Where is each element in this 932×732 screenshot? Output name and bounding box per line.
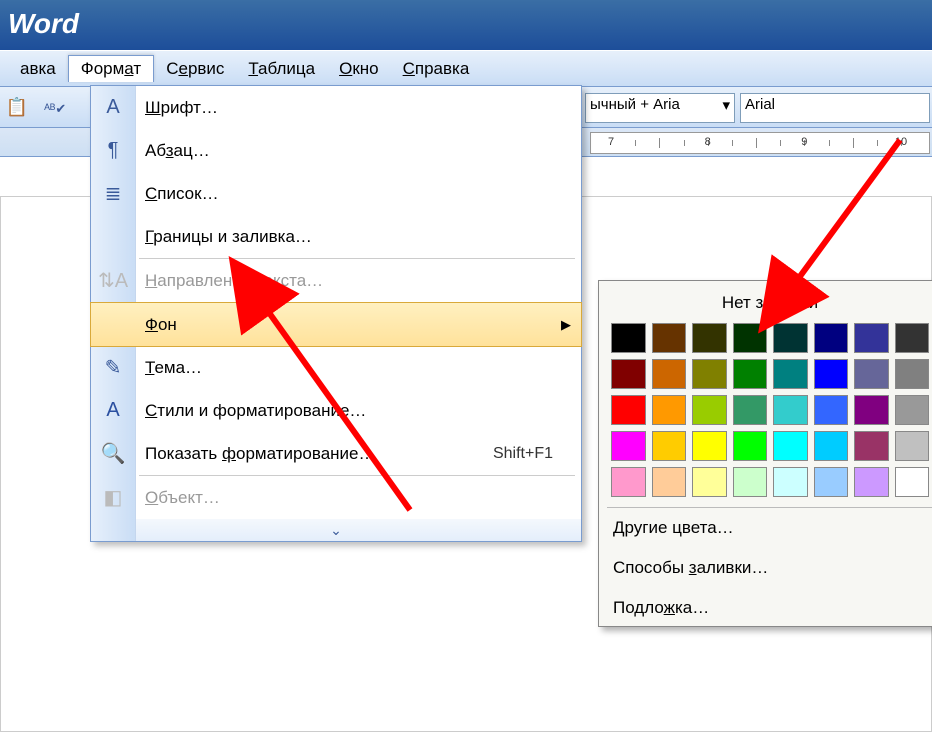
menu-item-0[interactable]: AШрифт… [91, 86, 581, 129]
color-swatch[interactable] [814, 431, 849, 461]
menu-shortcut: Shift+F1 [493, 445, 581, 463]
color-swatch[interactable] [814, 467, 849, 497]
menu-item-1[interactable]: ¶Абзац… [91, 129, 581, 172]
color-swatch[interactable] [733, 323, 768, 353]
color-swatch[interactable] [854, 431, 889, 461]
menu-window[interactable]: Окно [327, 56, 391, 82]
color-swatch[interactable] [814, 395, 849, 425]
menu-label: Стили и форматирование… [135, 401, 581, 421]
color-swatch[interactable] [692, 323, 727, 353]
color-swatch[interactable] [652, 323, 687, 353]
color-swatch[interactable] [814, 323, 849, 353]
menu-item-10[interactable]: 🔍Показать форматирование…Shift+F1 [91, 432, 581, 475]
font-combo[interactable]: Arial [740, 93, 930, 123]
color-swatch[interactable] [773, 395, 808, 425]
menu-icon: A [91, 399, 135, 422]
menu-format[interactable]: Формат [68, 55, 154, 82]
menu-item-7[interactable]: Фон▶ [90, 302, 582, 347]
menu-label: Фон [135, 315, 581, 335]
color-swatch[interactable] [692, 467, 727, 497]
menu-insert-partial[interactable]: авка [8, 56, 68, 82]
color-swatch[interactable] [692, 359, 727, 389]
dropdown-arrow-icon[interactable]: ▾ [722, 96, 730, 114]
color-swatch[interactable] [854, 359, 889, 389]
menu-label: Абзац… [135, 141, 581, 161]
format-dropdown: AШрифт…¶Абзац…≣Список…Границы и заливка…… [90, 85, 582, 542]
menu-item-9[interactable]: AСтили и форматирование… [91, 389, 581, 432]
color-swatch[interactable] [652, 395, 687, 425]
horizontal-ruler[interactable]: 78910 [590, 132, 930, 154]
background-submenu: Нет заливки Другие цвета… Способы заливк… [598, 280, 932, 627]
menu-icon: ⇅A [91, 268, 135, 293]
menu-label: Тема… [135, 358, 581, 378]
no-fill-button[interactable]: Нет заливки [605, 287, 932, 323]
menu-label: Показать форматирование… [135, 444, 493, 464]
color-swatch[interactable] [611, 431, 646, 461]
menu-icon: 🔍 [91, 441, 135, 466]
color-swatch[interactable] [611, 323, 646, 353]
more-colors-button[interactable]: Другие цвета… [605, 508, 932, 548]
menu-item-12: ◧Объект… [91, 476, 581, 519]
color-swatch[interactable] [854, 395, 889, 425]
clipboard-icon[interactable]: 📋 [2, 92, 32, 122]
color-swatch[interactable] [895, 431, 930, 461]
menu-table[interactable]: Таблица [236, 56, 327, 82]
color-swatch[interactable] [652, 359, 687, 389]
menu-icon: A [91, 96, 135, 119]
color-swatch[interactable] [895, 467, 930, 497]
color-swatch[interactable] [733, 467, 768, 497]
menu-label: Направление текста… [135, 271, 581, 291]
menu-service[interactable]: Сервис [154, 56, 236, 82]
color-swatch[interactable] [733, 431, 768, 461]
color-swatch[interactable] [854, 323, 889, 353]
style-combo[interactable]: ычный + Aria▾ [585, 93, 735, 123]
app-title: Word [8, 8, 79, 39]
color-swatch[interactable] [895, 323, 930, 353]
color-swatch[interactable] [854, 467, 889, 497]
menu-help[interactable]: Справка [391, 56, 482, 82]
color-swatch[interactable] [773, 467, 808, 497]
menu-icon: ✎ [91, 355, 135, 380]
color-swatch[interactable] [895, 395, 930, 425]
color-swatch[interactable] [773, 431, 808, 461]
menu-icon: ≣ [91, 181, 135, 206]
color-swatch[interactable] [692, 431, 727, 461]
color-swatch[interactable] [692, 395, 727, 425]
color-swatch[interactable] [611, 395, 646, 425]
color-swatch[interactable] [895, 359, 930, 389]
titlebar: Word [0, 0, 932, 50]
menu-item-8[interactable]: ✎Тема… [91, 346, 581, 389]
color-swatch[interactable] [652, 467, 687, 497]
menu-label: Шрифт… [135, 98, 581, 118]
menu-icon: ¶ [91, 139, 135, 162]
spellcheck-icon[interactable]: ᴬᴮ✔ [40, 94, 70, 124]
menu-item-2[interactable]: ≣Список… [91, 172, 581, 215]
menu-item-5: ⇅AНаправление текста… [91, 259, 581, 302]
color-swatch[interactable] [733, 359, 768, 389]
color-swatch[interactable] [773, 359, 808, 389]
fill-methods-button[interactable]: Способы заливки… [605, 548, 932, 588]
color-swatch[interactable] [611, 467, 646, 497]
color-swatch[interactable] [611, 359, 646, 389]
color-swatch[interactable] [814, 359, 849, 389]
watermark-button[interactable]: Подложка… [605, 588, 932, 624]
menu-item-3[interactable]: Границы и заливка… [91, 215, 581, 258]
menu-label: Объект… [135, 488, 581, 508]
menu-icon: ◧ [91, 485, 135, 510]
color-swatch[interactable] [733, 395, 768, 425]
menu-label: Список… [135, 184, 581, 204]
color-swatch[interactable] [652, 431, 687, 461]
submenu-arrow-icon: ▶ [561, 317, 571, 333]
menu-label: Границы и заливка… [135, 227, 581, 247]
menubar: авка Формат Сервис Таблица Окно Справка [0, 50, 932, 87]
color-swatch[interactable] [773, 323, 808, 353]
expand-menu-icon[interactable]: ⌄ [91, 519, 581, 541]
